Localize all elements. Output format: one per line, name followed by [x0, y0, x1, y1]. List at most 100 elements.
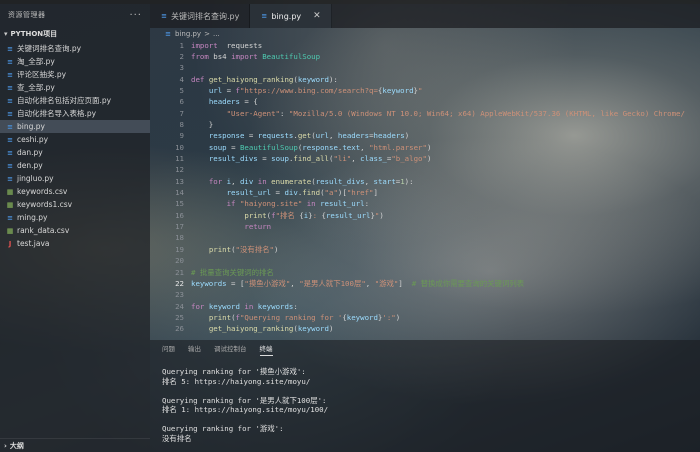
code-token: " — [417, 85, 423, 95]
terminal-line: Querying ranking for '摸鱼小游戏': — [162, 367, 306, 376]
terminal-line: Querying ranking for '是男人就下100层': — [162, 395, 327, 405]
outline-title: 大纲 — [9, 441, 24, 450]
code-token: "li" — [333, 154, 352, 163]
file-label: den.py — [17, 161, 43, 170]
python-file-icon: ≡ — [7, 161, 13, 170]
panel-tab[interactable]: 问题 — [162, 340, 175, 356]
code-text: result_divs = soup.find_all("li", class_… — [191, 154, 432, 163]
code-text: # 批量查询关键词的排名 — [191, 267, 274, 278]
file-label: jingluo.py — [17, 174, 54, 183]
code-token: "游戏" — [374, 278, 399, 288]
code-text: url = f"https://www.bing.com/search?q={k… — [191, 85, 423, 95]
code-token: bs4 — [208, 51, 232, 61]
line-number: 19 — [175, 244, 184, 254]
code-token: get_haiyong_ranking — [208, 74, 294, 84]
file-item[interactable]: ≡ dan.py — [0, 146, 150, 159]
panel-tab[interactable]: 调试控制台 — [214, 340, 247, 356]
code-token: , — [231, 176, 240, 186]
code-token: headers — [373, 131, 405, 141]
code-token: result_divs — [208, 154, 258, 163]
panel-tab[interactable]: 输出 — [188, 340, 201, 356]
file-label: ming.py — [17, 213, 48, 222]
code-line: 17 return — [150, 222, 271, 232]
code-line: 3 — [150, 63, 191, 73]
code-token: : — [312, 210, 322, 220]
panel-tab[interactable]: 终端 — [259, 340, 273, 356]
code-line: 2 from bs4 import BeautifulSoup — [150, 51, 321, 61]
code-token: keyword — [346, 312, 378, 322]
file-item[interactable]: ≡ 自动化排名导入表格.py — [0, 107, 150, 120]
line-number: 4 — [179, 74, 184, 84]
file-item[interactable]: ≡ 关键词排名查询.py — [0, 42, 150, 55]
csv-file-icon: ▦ — [6, 187, 14, 196]
outline-section-header[interactable]: › 大纲 — [0, 438, 150, 452]
terminal-output[interactable]: Querying ranking for '摸鱼小游戏': 排名 5: https… — [150, 356, 700, 443]
code-token: "html.parser" — [369, 142, 427, 152]
python-file-icon: ≡ — [7, 148, 13, 157]
code-token: result_url — [226, 188, 272, 198]
line-number: 6 — [179, 97, 184, 107]
code-token: text — [342, 142, 361, 152]
file-item[interactable]: ≡ 查_全部.py — [0, 81, 150, 94]
line-number: 23 — [175, 290, 184, 300]
code-token: ) — [379, 210, 384, 220]
line-number: 7 — [179, 108, 184, 118]
code-text: get_haiyong_ranking(keyword) — [191, 324, 334, 334]
file-item[interactable]: ≡ 淘_全部.py — [0, 55, 150, 68]
close-icon[interactable]: ✕ — [313, 11, 321, 21]
breadcrumb-file[interactable]: bing.py — [175, 30, 201, 38]
code-line: 22 keywords = ["摸鱼小游戏", "是男人就下100层", "游戏"… — [150, 278, 524, 288]
file-item[interactable]: ≡ 自动化排名包括对应页面.py — [0, 94, 150, 107]
file-item[interactable]: ≡ bing.py — [0, 120, 150, 133]
code-text: return — [191, 222, 271, 231]
code-token: keyword — [297, 324, 329, 334]
file-item[interactable]: Jtest.java — [0, 237, 150, 250]
breadcrumb-symbol[interactable]: ... — [213, 30, 220, 38]
file-item[interactable]: ▦ rank_data.csv — [0, 224, 150, 237]
python-file-icon: ≡ — [261, 12, 268, 20]
code-text: "User-Agent": "Mozilla/5.0 (Windows NT 1… — [191, 109, 685, 118]
code-token: "User-Agent" — [226, 108, 281, 118]
code-token: find — [302, 188, 321, 198]
terminal-line: Querying ranking for '游戏': — [162, 424, 284, 433]
code-text: from bs4 import BeautifulSoup — [191, 52, 320, 61]
code-editor[interactable]: 1 import requests 2 from bs4 import Beautif… — [150, 40, 700, 338]
python-file-icon: ≡ — [161, 12, 167, 20]
code-line: 7 "User-Agent": "Mozilla/5.0 (Windows NT… — [150, 108, 685, 118]
code-token: # 替换成你需要查询的关键词列表 — [411, 278, 525, 288]
code-line: 11 result_divs = soup.find_all("li", cla… — [150, 154, 431, 164]
java-file-icon: J — [8, 239, 12, 248]
code-token: "haiyong.site" — [239, 199, 303, 209]
file-item[interactable]: ▦ keywords1.csv — [0, 198, 150, 211]
code-line: 18 — [150, 233, 191, 243]
code-text: print("没有排名") — [191, 244, 279, 255]
more-actions-icon[interactable]: ··· — [129, 10, 142, 21]
code-token: from — [191, 51, 209, 61]
code-token: headers — [208, 97, 240, 107]
code-token: "b_algo" — [391, 154, 427, 163]
code-line: 20 — [150, 256, 191, 266]
code-token: , — [290, 278, 300, 288]
file-item[interactable]: ≡ den.py — [0, 159, 150, 172]
tab-keyword-ranking[interactable]: ≡ 关键词排名查询.py — [150, 4, 251, 28]
file-item[interactable]: ▦ keywords.csv — [0, 185, 150, 198]
code-token: soup — [208, 142, 227, 152]
tab-bing[interactable]: ≡ bing.py ✕ — [250, 4, 332, 28]
code-text: } — [191, 120, 213, 129]
line-number: 9 — [179, 131, 184, 141]
project-section-header[interactable]: ▾ PYTHON项目 — [0, 26, 150, 42]
code-token: if — [226, 199, 236, 209]
code-token: "摸鱼小游戏" — [244, 278, 291, 288]
code-token: url — [208, 85, 223, 95]
file-item[interactable]: ≡ ceshi.py — [0, 133, 150, 146]
file-item[interactable]: ≡ jingluo.py — [0, 172, 150, 185]
file-item[interactable]: ≡ ming.py — [0, 211, 150, 224]
file-label: keywords.csv — [17, 187, 68, 196]
code-token: ] — [373, 188, 378, 198]
file-item[interactable]: ≡ 评论区抽奖.py — [0, 68, 150, 81]
